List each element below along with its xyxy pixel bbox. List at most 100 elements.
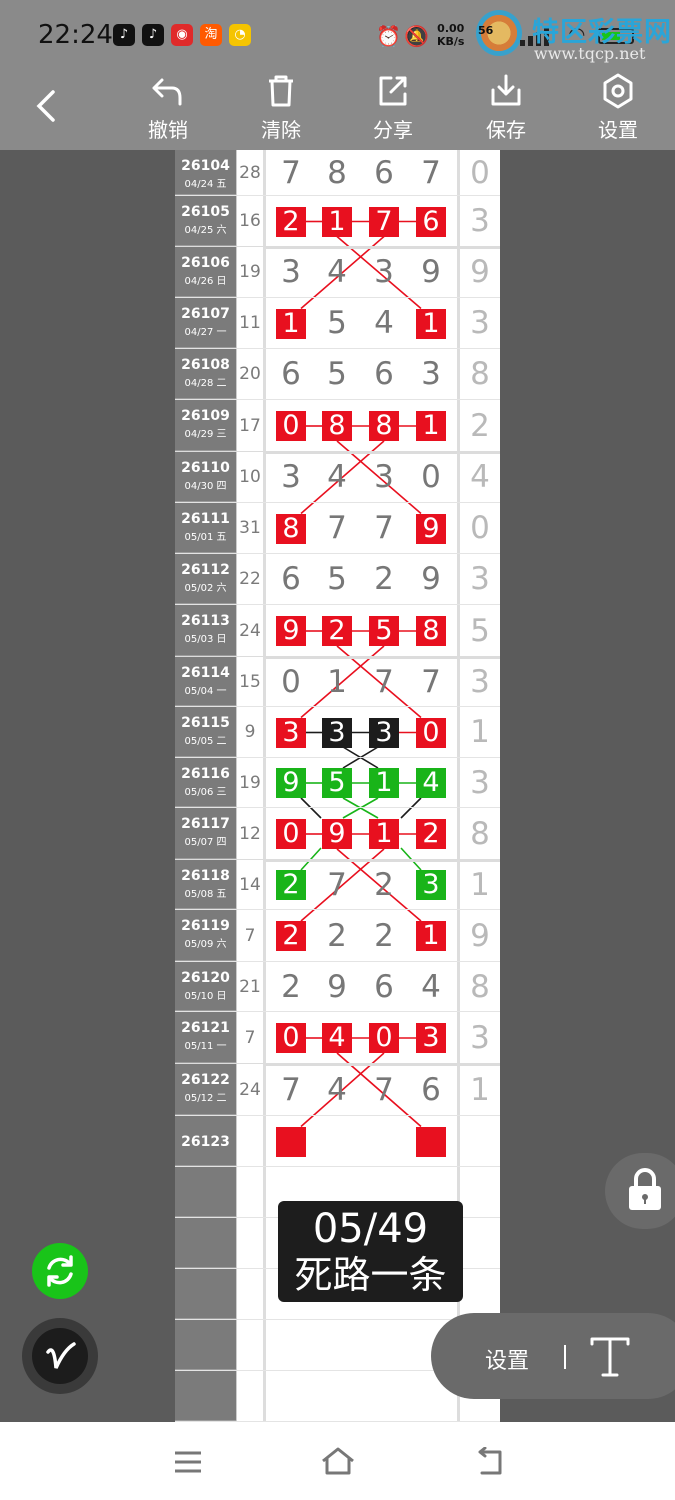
last-digit-cell: 3 [457, 298, 500, 349]
last-digit-cell: 8 [457, 808, 500, 860]
digit-box[interactable]: 9 [322, 819, 352, 849]
digit-box[interactable]: 2 [416, 819, 446, 849]
sum-cell: 15 [236, 657, 266, 707]
refresh-icon [47, 1255, 73, 1287]
row-label: 26111 05/01 五 [175, 503, 236, 554]
digit-box[interactable]: 9 [276, 616, 306, 646]
issue-number: 26106 [181, 255, 230, 271]
download-icon [491, 74, 521, 106]
digit-box[interactable]: 4 [322, 1023, 352, 1053]
settings-pill-label[interactable]: 设置 [485, 1343, 529, 1375]
digit-cell: 6 [374, 155, 394, 191]
last-digit-cell: 1 [457, 707, 500, 758]
menu-icon[interactable] [173, 1450, 203, 1474]
digit-box[interactable] [416, 1126, 446, 1157]
digit-box[interactable]: 2 [276, 870, 306, 900]
digit-box[interactable]: 4 [416, 768, 446, 798]
row-label: 26113 05/03 日 [175, 605, 236, 657]
sum-cell: 11 [236, 298, 266, 349]
digit-box[interactable]: 3 [322, 717, 352, 748]
badge-line1: 05/49 [312, 1206, 429, 1252]
row-label: 26117 05/07 四 [175, 808, 236, 860]
digit-box[interactable]: 3 [369, 717, 399, 748]
digit-box[interactable]: 1 [276, 308, 306, 339]
last-digit-cell: 9 [457, 247, 500, 298]
hexagon-settings-icon [603, 73, 633, 109]
save-button[interactable]: 保存 [471, 72, 541, 150]
app-yellow-icon: ◔ [229, 24, 251, 46]
digit-box[interactable]: 8 [416, 616, 446, 646]
digit-cell: 9 [327, 969, 347, 1005]
issue-number: 26118 [181, 868, 230, 884]
digit-box[interactable]: 1 [416, 411, 446, 441]
digit-box[interactable]: 0 [416, 717, 446, 748]
trash-icon [269, 75, 293, 107]
digit-cell: 4 [374, 305, 394, 341]
digit-box[interactable]: 1 [416, 308, 446, 339]
last-digit-cell: 5 [457, 605, 500, 657]
undo-button[interactable]: 撤销 [133, 72, 203, 150]
digit-box[interactable]: 5 [322, 768, 352, 798]
digit-box[interactable]: 0 [276, 819, 306, 849]
last-digit-cell: 1 [457, 1064, 500, 1116]
row-label: 26114 05/04 一 [175, 657, 236, 707]
last-digit-cell: 1 [457, 860, 500, 910]
digit-box[interactable]: 7 [369, 206, 399, 237]
home-icon[interactable] [320, 1446, 356, 1476]
digit-box[interactable]: 5 [369, 616, 399, 646]
sum-cell: 7 [236, 910, 266, 962]
settings-pill[interactable]: 设置 [431, 1313, 675, 1399]
sum-cell: 12 [236, 808, 266, 860]
last-digit-cell [457, 1167, 500, 1218]
digit-box[interactable]: 9 [276, 768, 306, 798]
digit-box[interactable]: 1 [369, 819, 399, 849]
settings-button[interactable]: 设置 [583, 72, 653, 150]
digit-box[interactable]: 3 [276, 717, 306, 748]
digit-cell: 7 [421, 155, 441, 191]
pen-tool-button[interactable] [22, 1318, 98, 1394]
issue-number: 26120 [181, 970, 230, 986]
digit-box[interactable]: 3 [416, 870, 446, 900]
digit-cell: 9 [421, 561, 441, 597]
digit-box[interactable]: 2 [276, 921, 306, 951]
sum-cell: 17 [236, 400, 266, 452]
digit-box[interactable]: 0 [369, 1023, 399, 1053]
digit-box[interactable] [276, 1126, 306, 1157]
chevron-left-icon [36, 90, 55, 122]
last-digit-cell: 2 [457, 400, 500, 452]
lock-button[interactable] [605, 1153, 675, 1229]
digit-box[interactable]: 8 [369, 411, 399, 441]
digit-cell: 6 [281, 356, 301, 392]
digit-box[interactable]: 1 [416, 921, 446, 951]
digit-box[interactable]: 2 [322, 616, 352, 646]
back-button[interactable] [28, 86, 68, 126]
last-digit-cell: 8 [457, 962, 500, 1012]
row-label: 26106 04/26 日 [175, 247, 236, 298]
digit-box[interactable]: 8 [322, 411, 352, 441]
issue-number: 26108 [181, 357, 230, 373]
digit-box[interactable]: 9 [416, 513, 446, 544]
digit-box[interactable]: 0 [276, 1023, 306, 1053]
pill-divider [564, 1345, 566, 1369]
net-speed: 0.00 KB/s [437, 22, 464, 48]
digit-cell: 2 [374, 867, 394, 903]
digit-box[interactable]: 1 [322, 206, 352, 237]
issue-number: 26104 [181, 158, 230, 174]
share-button[interactable]: 分享 [358, 72, 428, 150]
digit-box[interactable]: 6 [416, 206, 446, 237]
digit-box[interactable]: 3 [416, 1023, 446, 1053]
back-nav-icon[interactable] [472, 1447, 506, 1477]
issue-date: 04/27 一 [184, 327, 227, 338]
digit-box[interactable]: 2 [276, 206, 306, 237]
digit-cell: 6 [281, 561, 301, 597]
digit-box[interactable]: 1 [369, 768, 399, 798]
issue-date: 04/26 日 [184, 276, 227, 287]
text-tool-icon[interactable] [588, 1333, 632, 1381]
digit-box[interactable]: 8 [276, 513, 306, 544]
refresh-button[interactable] [32, 1243, 88, 1299]
row-label: 26122 05/12 二 [175, 1064, 236, 1116]
sum-cell: 19 [236, 247, 266, 298]
digit-box[interactable]: 0 [276, 411, 306, 441]
clear-button[interactable]: 清除 [246, 72, 316, 150]
digit-cell: 6 [374, 356, 394, 392]
